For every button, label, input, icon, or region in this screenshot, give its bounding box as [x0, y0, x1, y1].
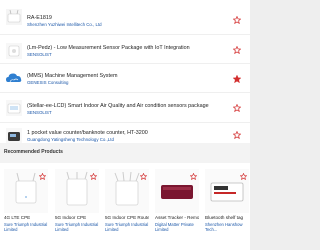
list-item[interactable]: 1 pocket value counter/banknote counter,…	[0, 123, 250, 143]
product-card[interactable]: Asset Tracker - Remote Digital Matter Pr…	[155, 169, 199, 245]
favorite-star-icon[interactable]	[90, 173, 97, 180]
recommended-products: 4G LTE CPE Sure Triumph Industrial Limit…	[0, 163, 250, 250]
product-card[interactable]: 5G Indoor CPE Sure Triumph Industrial Li…	[55, 169, 99, 245]
sensor-image	[6, 100, 22, 116]
list-item[interactable]: RA-E1819 Shenzhen Yuzhiwei Intellitech C…	[0, 2, 250, 32]
item-title[interactable]: (Stellar-ee-LCD) Smart Indoor Air Qualit…	[27, 103, 209, 109]
product-vendor[interactable]: Sure Triumph Industrial Limited	[4, 222, 48, 232]
item-vendor[interactable]: Shenzhen Yuzhiwei Intellitech Co., Ltd	[27, 22, 102, 27]
product-card[interactable]: Bluetooth shelf tag Shenzhen Hanshow Tec…	[205, 169, 249, 245]
product-name[interactable]: 5G Indoor CPE	[55, 215, 99, 220]
product-vendor[interactable]: Sure Triumph Industrial Limited	[55, 222, 99, 232]
favorite-star-icon[interactable]	[240, 173, 247, 180]
product-name[interactable]: 5G Indoor CPE Router	[105, 215, 149, 220]
favorite-star-icon[interactable]	[140, 173, 147, 180]
item-title[interactable]: (MMS) Machine Management System	[27, 73, 117, 79]
favorite-star-icon[interactable]	[233, 16, 241, 24]
favorite-star-icon[interactable]	[190, 173, 197, 180]
product-name[interactable]: Bluetooth shelf tag	[205, 215, 249, 220]
list-item[interactable]: (Stellar-ee-LCD) Smart Indoor Air Qualit…	[0, 93, 250, 123]
item-title[interactable]: RA-E1819	[27, 15, 52, 21]
product-name[interactable]: Asset Tracker - Remote	[155, 215, 199, 220]
product-vendor[interactable]: Digital Matter Private Limited	[155, 222, 199, 232]
list-item[interactable]: (Lm-Pedz) - Low Measurement Sensor Packa…	[0, 36, 250, 66]
product-name[interactable]: 4G LTE CPE	[4, 215, 48, 220]
item-vendor[interactable]: GENESIS Consulting	[27, 80, 69, 85]
favorite-star-icon[interactable]	[233, 46, 241, 54]
cloud-logo	[6, 73, 22, 83]
section-title: Recommended Products	[4, 149, 63, 155]
list-item[interactable]: (MMS) Machine Management System GENESIS …	[0, 64, 250, 94]
product-vendor[interactable]: Shenzhen Hanshow Tech...	[205, 222, 249, 232]
divider	[0, 34, 250, 35]
router-image	[6, 9, 22, 25]
counter-image	[6, 128, 22, 143]
item-title[interactable]: 1 pocket value counter/banknote counter,…	[27, 130, 148, 136]
product-card[interactable]: 5G Indoor CPE Router Sure Triumph Indust…	[105, 169, 149, 245]
recommended-header: Recommended Products	[0, 143, 250, 163]
favorite-star-icon[interactable]	[39, 173, 46, 180]
favorite-star-filled-icon[interactable]	[233, 75, 241, 83]
product-card[interactable]: 4G LTE CPE Sure Triumph Industrial Limit…	[4, 169, 48, 245]
item-vendor[interactable]: SENSOLIST	[27, 110, 52, 115]
sensor-image	[6, 43, 22, 59]
item-title[interactable]: (Lm-Pedz) - Low Measurement Sensor Packa…	[27, 45, 190, 51]
item-vendor[interactable]: Guangdong Yatingsheng Technology Co.,Ltd	[27, 137, 114, 142]
favorites-list: RA-E1819 Shenzhen Yuzhiwei Intellitech C…	[0, 0, 250, 143]
item-vendor[interactable]: SENSOLIST	[27, 52, 52, 57]
favorite-star-icon[interactable]	[233, 131, 241, 139]
product-vendor[interactable]: Sure Triumph Industrial Limited	[105, 222, 149, 232]
favorite-star-icon[interactable]	[233, 104, 241, 112]
